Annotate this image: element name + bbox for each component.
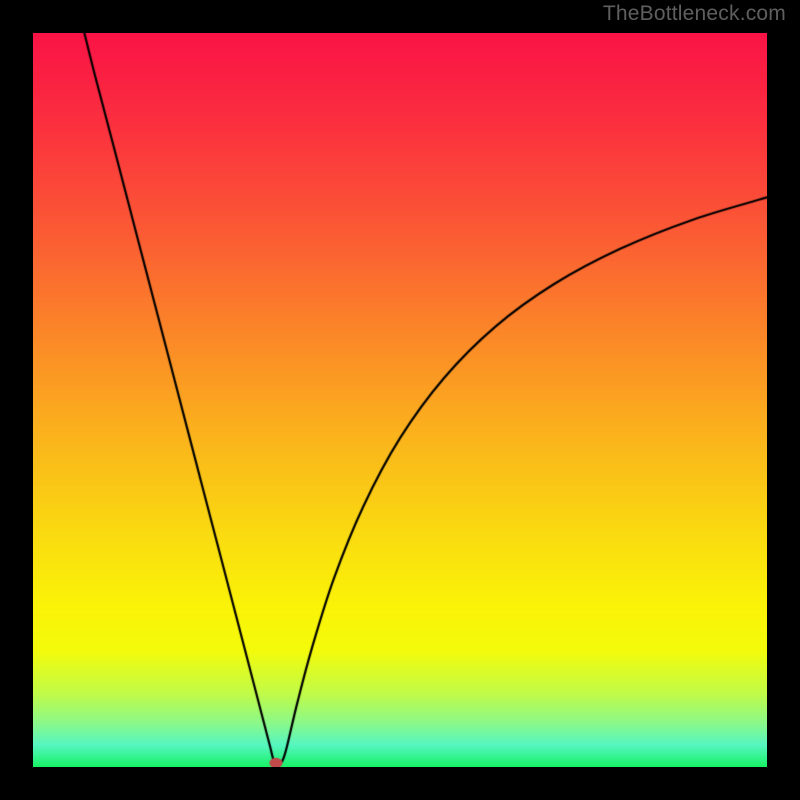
watermark-text: TheBottleneck.com <box>603 2 786 26</box>
chart-frame: TheBottleneck.com <box>0 0 800 800</box>
bottleneck-chart <box>33 33 767 767</box>
